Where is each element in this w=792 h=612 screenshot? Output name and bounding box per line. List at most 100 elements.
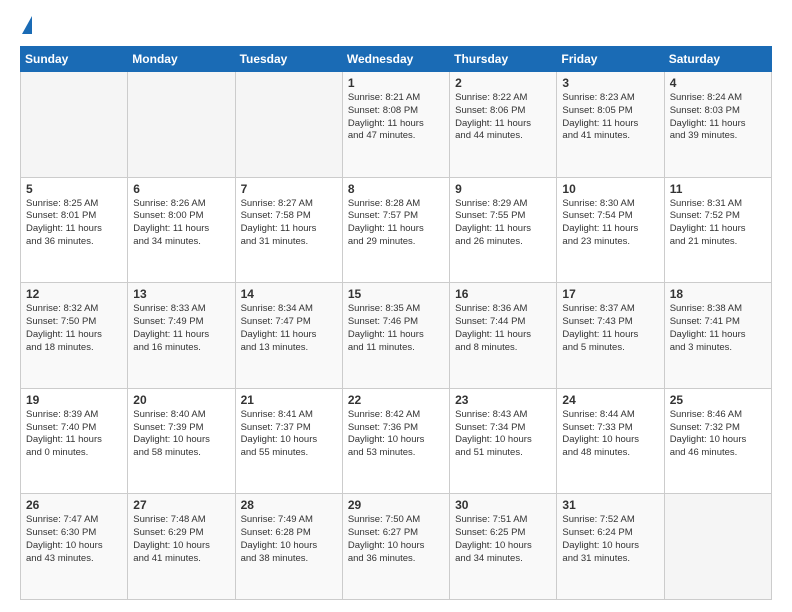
day-number: 24 bbox=[562, 393, 658, 407]
calendar-cell: 19 Sunrise: 8:39 AM Sunset: 7:40 PM Dayli… bbox=[21, 388, 128, 494]
calendar-cell: 2 Sunrise: 8:22 AM Sunset: 8:06 PM Daylig… bbox=[450, 72, 557, 178]
day-number: 20 bbox=[133, 393, 229, 407]
weekday-header-monday: Monday bbox=[128, 47, 235, 72]
day-info: Sunrise: 8:30 AM Sunset: 7:54 PM Dayligh… bbox=[562, 198, 658, 249]
day-info: Sunrise: 7:50 AM Sunset: 6:27 PM Dayligh… bbox=[348, 514, 444, 565]
calendar-cell: 13 Sunrise: 8:33 AM Sunset: 7:49 PM Dayli… bbox=[128, 283, 235, 389]
calendar-cell: 30Sunrise: 7:51 AM Sunset: 6:25 PM Dayli… bbox=[450, 494, 557, 600]
calendar-cell: 22 Sunrise: 8:42 AM Sunset: 7:36 PM Dayli… bbox=[342, 388, 449, 494]
day-info: Sunrise: 8:26 AM Sunset: 8:00 PM Dayligh… bbox=[133, 198, 229, 249]
day-number: 16 bbox=[455, 287, 551, 301]
day-info: Sunrise: 8:29 AM Sunset: 7:55 PM Dayligh… bbox=[455, 198, 551, 249]
calendar-cell: 6 Sunrise: 8:26 AM Sunset: 8:00 PM Daylig… bbox=[128, 177, 235, 283]
day-number: 5 bbox=[26, 182, 122, 196]
day-info: Sunrise: 8:24 AM Sunset: 8:03 PM Dayligh… bbox=[670, 92, 766, 143]
calendar-cell: 17Sunrise: 8:37 AM Sunset: 7:43 PM Dayli… bbox=[557, 283, 664, 389]
calendar-cell: 7 Sunrise: 8:27 AM Sunset: 7:58 PM Daylig… bbox=[235, 177, 342, 283]
calendar-table: SundayMondayTuesdayWednesdayThursdayFrid… bbox=[20, 46, 772, 600]
header bbox=[20, 16, 772, 36]
day-info: Sunrise: 7:49 AM Sunset: 6:28 PM Dayligh… bbox=[241, 514, 337, 565]
day-info: Sunrise: 8:36 AM Sunset: 7:44 PM Dayligh… bbox=[455, 303, 551, 354]
day-number: 6 bbox=[133, 182, 229, 196]
day-number: 29 bbox=[348, 498, 444, 512]
day-number: 18 bbox=[670, 287, 766, 301]
calendar-cell: 1 Sunrise: 8:21 AM Sunset: 8:08 PM Daylig… bbox=[342, 72, 449, 178]
calendar-cell bbox=[128, 72, 235, 178]
day-number: 19 bbox=[26, 393, 122, 407]
day-info: Sunrise: 8:46 AM Sunset: 7:32 PM Dayligh… bbox=[670, 409, 766, 460]
weekday-header-thursday: Thursday bbox=[450, 47, 557, 72]
day-info: Sunrise: 7:52 AM Sunset: 6:24 PM Dayligh… bbox=[562, 514, 658, 565]
day-number: 27 bbox=[133, 498, 229, 512]
day-info: Sunrise: 8:41 AM Sunset: 7:37 PM Dayligh… bbox=[241, 409, 337, 460]
day-number: 10 bbox=[562, 182, 658, 196]
day-number: 15 bbox=[348, 287, 444, 301]
day-number: 25 bbox=[670, 393, 766, 407]
day-info: Sunrise: 8:35 AM Sunset: 7:46 PM Dayligh… bbox=[348, 303, 444, 354]
logo-triangle-icon bbox=[22, 16, 32, 34]
calendar-cell: 23 Sunrise: 8:43 AM Sunset: 7:34 PM Dayli… bbox=[450, 388, 557, 494]
day-info: Sunrise: 8:34 AM Sunset: 7:47 PM Dayligh… bbox=[241, 303, 337, 354]
weekday-header-friday: Friday bbox=[557, 47, 664, 72]
logo bbox=[20, 16, 32, 36]
weekday-header-row: SundayMondayTuesdayWednesdayThursdayFrid… bbox=[21, 47, 772, 72]
calendar-cell: 12 Sunrise: 8:32 AM Sunset: 7:50 PM Dayli… bbox=[21, 283, 128, 389]
calendar-cell: 11 Sunrise: 8:31 AM Sunset: 7:52 PM Dayli… bbox=[664, 177, 771, 283]
day-number: 23 bbox=[455, 393, 551, 407]
weekday-header-tuesday: Tuesday bbox=[235, 47, 342, 72]
day-number: 12 bbox=[26, 287, 122, 301]
calendar-cell bbox=[235, 72, 342, 178]
day-info: Sunrise: 8:40 AM Sunset: 7:39 PM Dayligh… bbox=[133, 409, 229, 460]
day-number: 8 bbox=[348, 182, 444, 196]
week-row-2: 12 Sunrise: 8:32 AM Sunset: 7:50 PM Dayli… bbox=[21, 283, 772, 389]
day-info: Sunrise: 8:21 AM Sunset: 8:08 PM Dayligh… bbox=[348, 92, 444, 143]
calendar-cell: 4 Sunrise: 8:24 AM Sunset: 8:03 PM Daylig… bbox=[664, 72, 771, 178]
day-number: 13 bbox=[133, 287, 229, 301]
calendar-cell bbox=[21, 72, 128, 178]
day-number: 1 bbox=[348, 76, 444, 90]
day-info: Sunrise: 8:44 AM Sunset: 7:33 PM Dayligh… bbox=[562, 409, 658, 460]
day-info: Sunrise: 8:22 AM Sunset: 8:06 PM Dayligh… bbox=[455, 92, 551, 143]
day-info: Sunrise: 8:28 AM Sunset: 7:57 PM Dayligh… bbox=[348, 198, 444, 249]
day-number: 17 bbox=[562, 287, 658, 301]
day-number: 2 bbox=[455, 76, 551, 90]
week-row-4: 26Sunrise: 7:47 AM Sunset: 6:30 PM Dayli… bbox=[21, 494, 772, 600]
day-number: 22 bbox=[348, 393, 444, 407]
page: SundayMondayTuesdayWednesdayThursdayFrid… bbox=[0, 0, 792, 612]
calendar-cell: 21 Sunrise: 8:41 AM Sunset: 7:37 PM Dayli… bbox=[235, 388, 342, 494]
calendar-cell: 27 Sunrise: 7:48 AM Sunset: 6:29 PM Dayli… bbox=[128, 494, 235, 600]
day-info: Sunrise: 7:51 AM Sunset: 6:25 PM Dayligh… bbox=[455, 514, 551, 565]
calendar-cell: 5 Sunrise: 8:25 AM Sunset: 8:01 PM Daylig… bbox=[21, 177, 128, 283]
week-row-0: 1 Sunrise: 8:21 AM Sunset: 8:08 PM Daylig… bbox=[21, 72, 772, 178]
day-info: Sunrise: 8:27 AM Sunset: 7:58 PM Dayligh… bbox=[241, 198, 337, 249]
calendar-cell: 26Sunrise: 7:47 AM Sunset: 6:30 PM Dayli… bbox=[21, 494, 128, 600]
weekday-header-saturday: Saturday bbox=[664, 47, 771, 72]
day-info: Sunrise: 7:48 AM Sunset: 6:29 PM Dayligh… bbox=[133, 514, 229, 565]
day-number: 11 bbox=[670, 182, 766, 196]
day-number: 3 bbox=[562, 76, 658, 90]
day-number: 14 bbox=[241, 287, 337, 301]
week-row-1: 5 Sunrise: 8:25 AM Sunset: 8:01 PM Daylig… bbox=[21, 177, 772, 283]
day-info: Sunrise: 8:33 AM Sunset: 7:49 PM Dayligh… bbox=[133, 303, 229, 354]
day-number: 9 bbox=[455, 182, 551, 196]
day-number: 26 bbox=[26, 498, 122, 512]
day-info: Sunrise: 8:38 AM Sunset: 7:41 PM Dayligh… bbox=[670, 303, 766, 354]
day-number: 21 bbox=[241, 393, 337, 407]
day-info: Sunrise: 8:39 AM Sunset: 7:40 PM Dayligh… bbox=[26, 409, 122, 460]
day-info: Sunrise: 8:42 AM Sunset: 7:36 PM Dayligh… bbox=[348, 409, 444, 460]
calendar-cell: 16 Sunrise: 8:36 AM Sunset: 7:44 PM Dayli… bbox=[450, 283, 557, 389]
day-info: Sunrise: 8:31 AM Sunset: 7:52 PM Dayligh… bbox=[670, 198, 766, 249]
day-number: 28 bbox=[241, 498, 337, 512]
day-number: 31 bbox=[562, 498, 658, 512]
day-info: Sunrise: 8:43 AM Sunset: 7:34 PM Dayligh… bbox=[455, 409, 551, 460]
calendar-cell: 9 Sunrise: 8:29 AM Sunset: 7:55 PM Daylig… bbox=[450, 177, 557, 283]
day-info: Sunrise: 8:25 AM Sunset: 8:01 PM Dayligh… bbox=[26, 198, 122, 249]
day-info: Sunrise: 8:23 AM Sunset: 8:05 PM Dayligh… bbox=[562, 92, 658, 143]
calendar-cell: 10 Sunrise: 8:30 AM Sunset: 7:54 PM Dayli… bbox=[557, 177, 664, 283]
day-number: 7 bbox=[241, 182, 337, 196]
day-info: Sunrise: 8:32 AM Sunset: 7:50 PM Dayligh… bbox=[26, 303, 122, 354]
day-number: 4 bbox=[670, 76, 766, 90]
weekday-header-wednesday: Wednesday bbox=[342, 47, 449, 72]
calendar-cell: 3 Sunrise: 8:23 AM Sunset: 8:05 PM Daylig… bbox=[557, 72, 664, 178]
weekday-header-sunday: Sunday bbox=[21, 47, 128, 72]
